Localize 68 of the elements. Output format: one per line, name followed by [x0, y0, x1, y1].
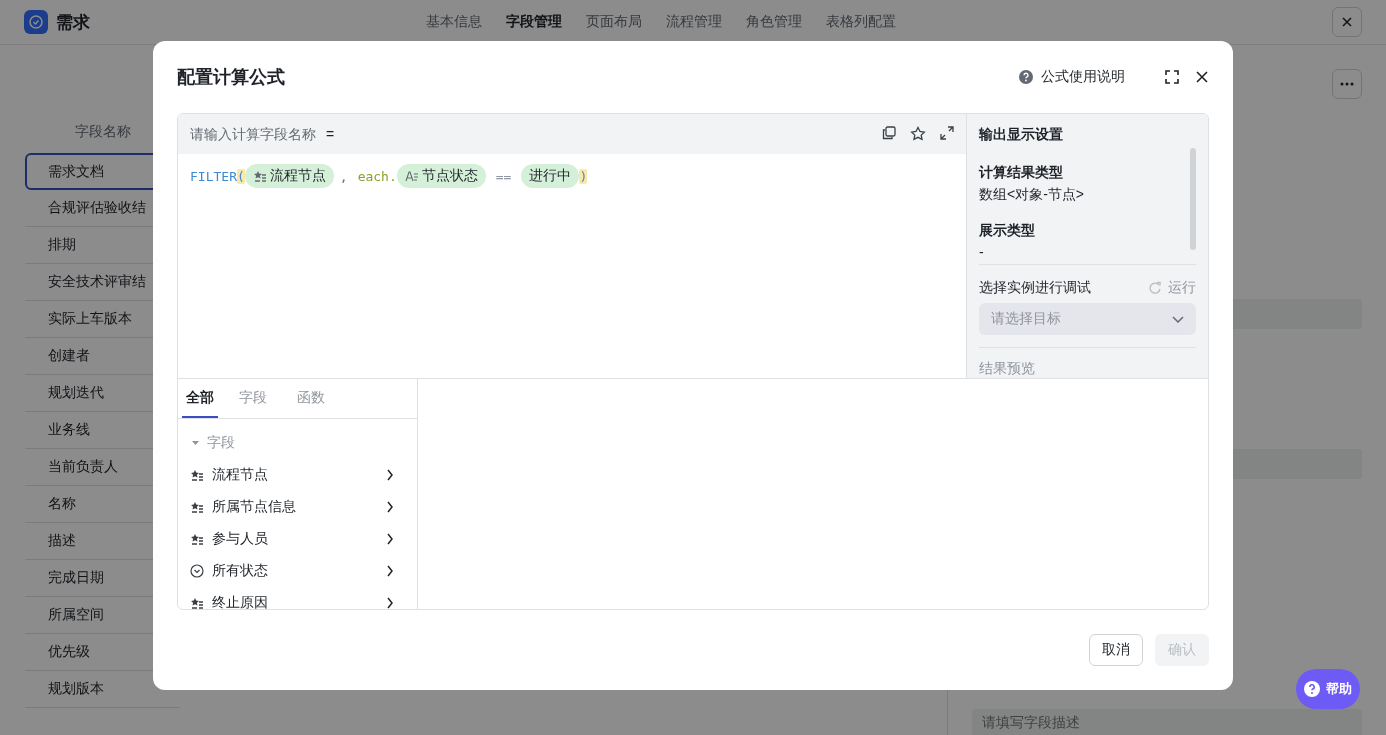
- tree-item[interactable]: 终止原因: [212, 594, 378, 609]
- close-button[interactable]: [1332, 7, 1362, 37]
- status-icon: [190, 564, 204, 578]
- app-logo-icon: [24, 10, 48, 34]
- description-field[interactable]: 请填写字段描述: [972, 709, 1362, 735]
- field-token[interactable]: 流程节点: [244, 164, 334, 188]
- close-icon: [1341, 16, 1353, 28]
- copy-icon[interactable]: [882, 126, 896, 140]
- function-name: FILTER: [190, 168, 237, 184]
- app-title: 需求: [56, 11, 91, 34]
- bracket: (: [236, 168, 245, 184]
- setting-value: -: [979, 244, 985, 260]
- setting-label: 展示类型: [979, 222, 1036, 240]
- nav-tab[interactable]: 流程管理: [666, 13, 722, 31]
- expand-icon[interactable]: [940, 126, 954, 140]
- setting-label: 计算结果类型: [979, 164, 1064, 182]
- run-button[interactable]: 运行: [1148, 279, 1196, 297]
- tree-item[interactable]: 所有状态: [212, 562, 378, 580]
- chevron-right-icon: [386, 565, 394, 577]
- field-token[interactable]: 节点状态: [396, 164, 486, 188]
- picker-tab[interactable]: 函数: [293, 379, 338, 418]
- caret-icon: [192, 439, 199, 447]
- chevron-down-icon: [1172, 315, 1184, 323]
- nav-tab[interactable]: 页面布局: [586, 13, 642, 31]
- debug-label: 选择实例进行调试: [979, 279, 1091, 297]
- nav-tab[interactable]: 表格列配置: [826, 13, 896, 31]
- chevron-right-icon: [386, 597, 394, 609]
- equals-sign: =: [326, 126, 336, 142]
- help-link[interactable]: 公式使用说明: [1019, 68, 1125, 86]
- bracket: ): [579, 168, 588, 184]
- cancel-button[interactable]: 取消: [1089, 634, 1143, 666]
- nav-tab[interactable]: 基本信息: [426, 13, 482, 31]
- formula-editor[interactable]: FILTER( 流程节点 , each. 节点状态 == 进行中 ): [178, 154, 966, 198]
- tree-item[interactable]: 所属节点信息: [212, 498, 378, 516]
- picker-tab[interactable]: 字段: [235, 379, 280, 418]
- help-button[interactable]: 帮助: [1296, 669, 1360, 709]
- chevron-right-icon: [386, 533, 394, 545]
- chevron-right-icon: [386, 469, 394, 481]
- nav-tab[interactable]: 角色管理: [746, 13, 802, 31]
- more-icon: [1340, 82, 1354, 86]
- star-list-icon: [190, 469, 204, 481]
- question-icon: [1304, 681, 1320, 697]
- operator: ==: [495, 168, 512, 184]
- field-name-input[interactable]: 请输入计算字段名称: [190, 126, 322, 142]
- fullscreen-icon[interactable]: [1165, 70, 1179, 84]
- star-list-icon: [252, 170, 267, 182]
- dialog-title: 配置计算公式: [177, 66, 286, 89]
- tree-item[interactable]: 流程节点: [212, 466, 378, 484]
- panel-title: 输出显示设置: [979, 126, 1064, 144]
- text-type-icon: [404, 170, 419, 182]
- chevron-right-icon: [386, 501, 394, 513]
- preview-label: 结果预览: [979, 347, 1196, 378]
- refresh-icon: [1148, 281, 1162, 295]
- comma: ,: [339, 168, 348, 184]
- wand-star-icon[interactable]: [910, 126, 926, 142]
- star-list-icon: [190, 533, 204, 545]
- tree-item[interactable]: 参与人员: [212, 530, 378, 548]
- nav-tab[interactable]: 字段管理: [506, 13, 562, 31]
- picker-tab[interactable]: 全部: [182, 379, 218, 418]
- keyword: each.: [357, 168, 397, 184]
- setting-value: 数组<对象-节点>: [979, 186, 1085, 204]
- column-header: 字段名称: [73, 123, 132, 141]
- value-token[interactable]: 进行中: [521, 164, 580, 188]
- question-icon: [1019, 70, 1033, 84]
- star-list-icon: [190, 597, 204, 609]
- tree-group[interactable]: 字段: [190, 427, 241, 459]
- star-list-icon: [190, 501, 204, 513]
- close-icon[interactable]: [1195, 70, 1209, 84]
